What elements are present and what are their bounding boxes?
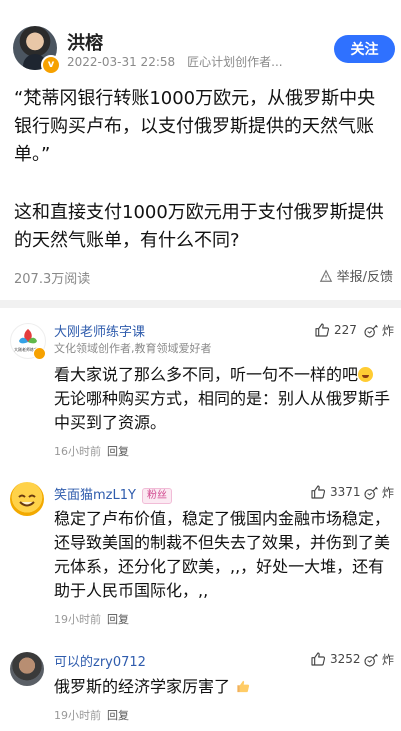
thumbs-up-emoji-icon: [237, 680, 250, 693]
author-name[interactable]: 洪榕: [67, 29, 103, 55]
post-question: 这和直接支付1000万欧元用于支付俄罗斯提供的天然气账单，有什么不同?: [14, 202, 384, 251]
post-body: “梵蒂冈银行转账1000万欧元，从俄罗斯中央银行购买卢布，以支付俄罗斯提供的天然…: [14, 85, 390, 255]
report-icon: [319, 268, 332, 282]
bomb-icon: [364, 653, 378, 667]
boom-label: 炸: [382, 653, 395, 667]
thumbs-up-icon: [315, 323, 330, 337]
post-datetime: 2022-03-31 22:58: [67, 55, 176, 69]
thumbs-up-icon: [311, 485, 326, 499]
comment-text: 稳定了卢布价值，稳定了俄国内金融市场稳定，还导致美国的制裁不但失去了效果，并伤到…: [54, 509, 391, 600]
commenter-avatar[interactable]: [10, 482, 44, 516]
post-source: 匠心计划创作者...: [187, 55, 283, 69]
comment-text: 俄罗斯的经济学家厉害了: [54, 675, 392, 699]
fan-badge: 粉丝: [141, 488, 172, 504]
comment-time: 16小时前 回复: [54, 443, 129, 459]
boom-button[interactable]: 炸: [363, 651, 394, 668]
comment-time-text: 16小时前: [54, 445, 101, 458]
thumbs-up-icon: [311, 652, 326, 666]
reply-button[interactable]: 回复: [107, 613, 129, 626]
comment-time-text: 19小时前: [54, 709, 101, 722]
comment-time: 19小时前 回复: [54, 707, 129, 723]
comment-time: 19小时前 回复: [54, 611, 129, 627]
like-count: 3252: [330, 652, 361, 666]
report-label: 举报/反馈: [336, 270, 393, 285]
like-count: 3371: [330, 485, 361, 499]
comment-text: 看大家说了那么多不同，听一句不一样的吧 无论哪种购买方式，相同的是：别人从俄罗斯…: [54, 363, 392, 435]
read-count: 207.3万阅读: [14, 272, 91, 287]
bomb-icon: [364, 486, 378, 500]
boom-label: 炸: [382, 486, 395, 500]
like-button[interactable]: 3371: [310, 484, 361, 500]
commenter-avatar[interactable]: [10, 652, 44, 686]
post-quote: “梵蒂冈银行转账1000万欧元，从俄罗斯中央银行购买卢布，以支付俄罗斯提供的天然…: [14, 88, 376, 165]
comment-time-text: 19小时前: [54, 613, 101, 626]
section-divider: [0, 300, 401, 308]
comment-text-line2: 无论哪种购买方式，相同的是：别人从俄罗斯手中买到了资源。: [54, 389, 391, 432]
bomb-icon: [364, 324, 378, 338]
commenter-name[interactable]: 大刚老师练字课: [54, 321, 145, 340]
follow-button[interactable]: 关注: [334, 35, 395, 63]
reply-button[interactable]: 回复: [107, 445, 129, 458]
laughing-emoji-icon: [358, 367, 374, 382]
report-button[interactable]: 举报/反馈: [319, 266, 393, 285]
like-button[interactable]: 227: [314, 322, 357, 338]
like-button[interactable]: 3252: [310, 651, 361, 667]
post-meta: 2022-03-31 22:58 匠心计划创作者...: [67, 53, 283, 70]
like-count: 227: [334, 323, 357, 337]
reply-button[interactable]: 回复: [107, 709, 129, 722]
post-header: v 洪榕 2022-03-31 22:58 匠心计划创作者... 关注: [0, 0, 401, 84]
boom-button[interactable]: 炸: [363, 322, 394, 339]
verified-badge-icon: v: [41, 55, 61, 75]
commenter-name[interactable]: 可以的zry0712: [54, 651, 146, 670]
verified-badge-icon: [33, 347, 46, 360]
boom-label: 炸: [382, 324, 395, 338]
commenter-name-text: 笑面猫mzL1Y: [54, 488, 136, 503]
comment-text-line1: 看大家说了那么多不同，听一句不一样的吧: [54, 365, 359, 384]
comment-text-line1: 俄罗斯的经济学家厉害了: [54, 677, 231, 696]
commenter-name[interactable]: 笑面猫mzL1Y 粉丝: [54, 484, 172, 504]
boom-button[interactable]: 炸: [363, 484, 394, 501]
commenter-subtitle: 文化领域创作者,教育领域爱好者: [54, 342, 212, 355]
